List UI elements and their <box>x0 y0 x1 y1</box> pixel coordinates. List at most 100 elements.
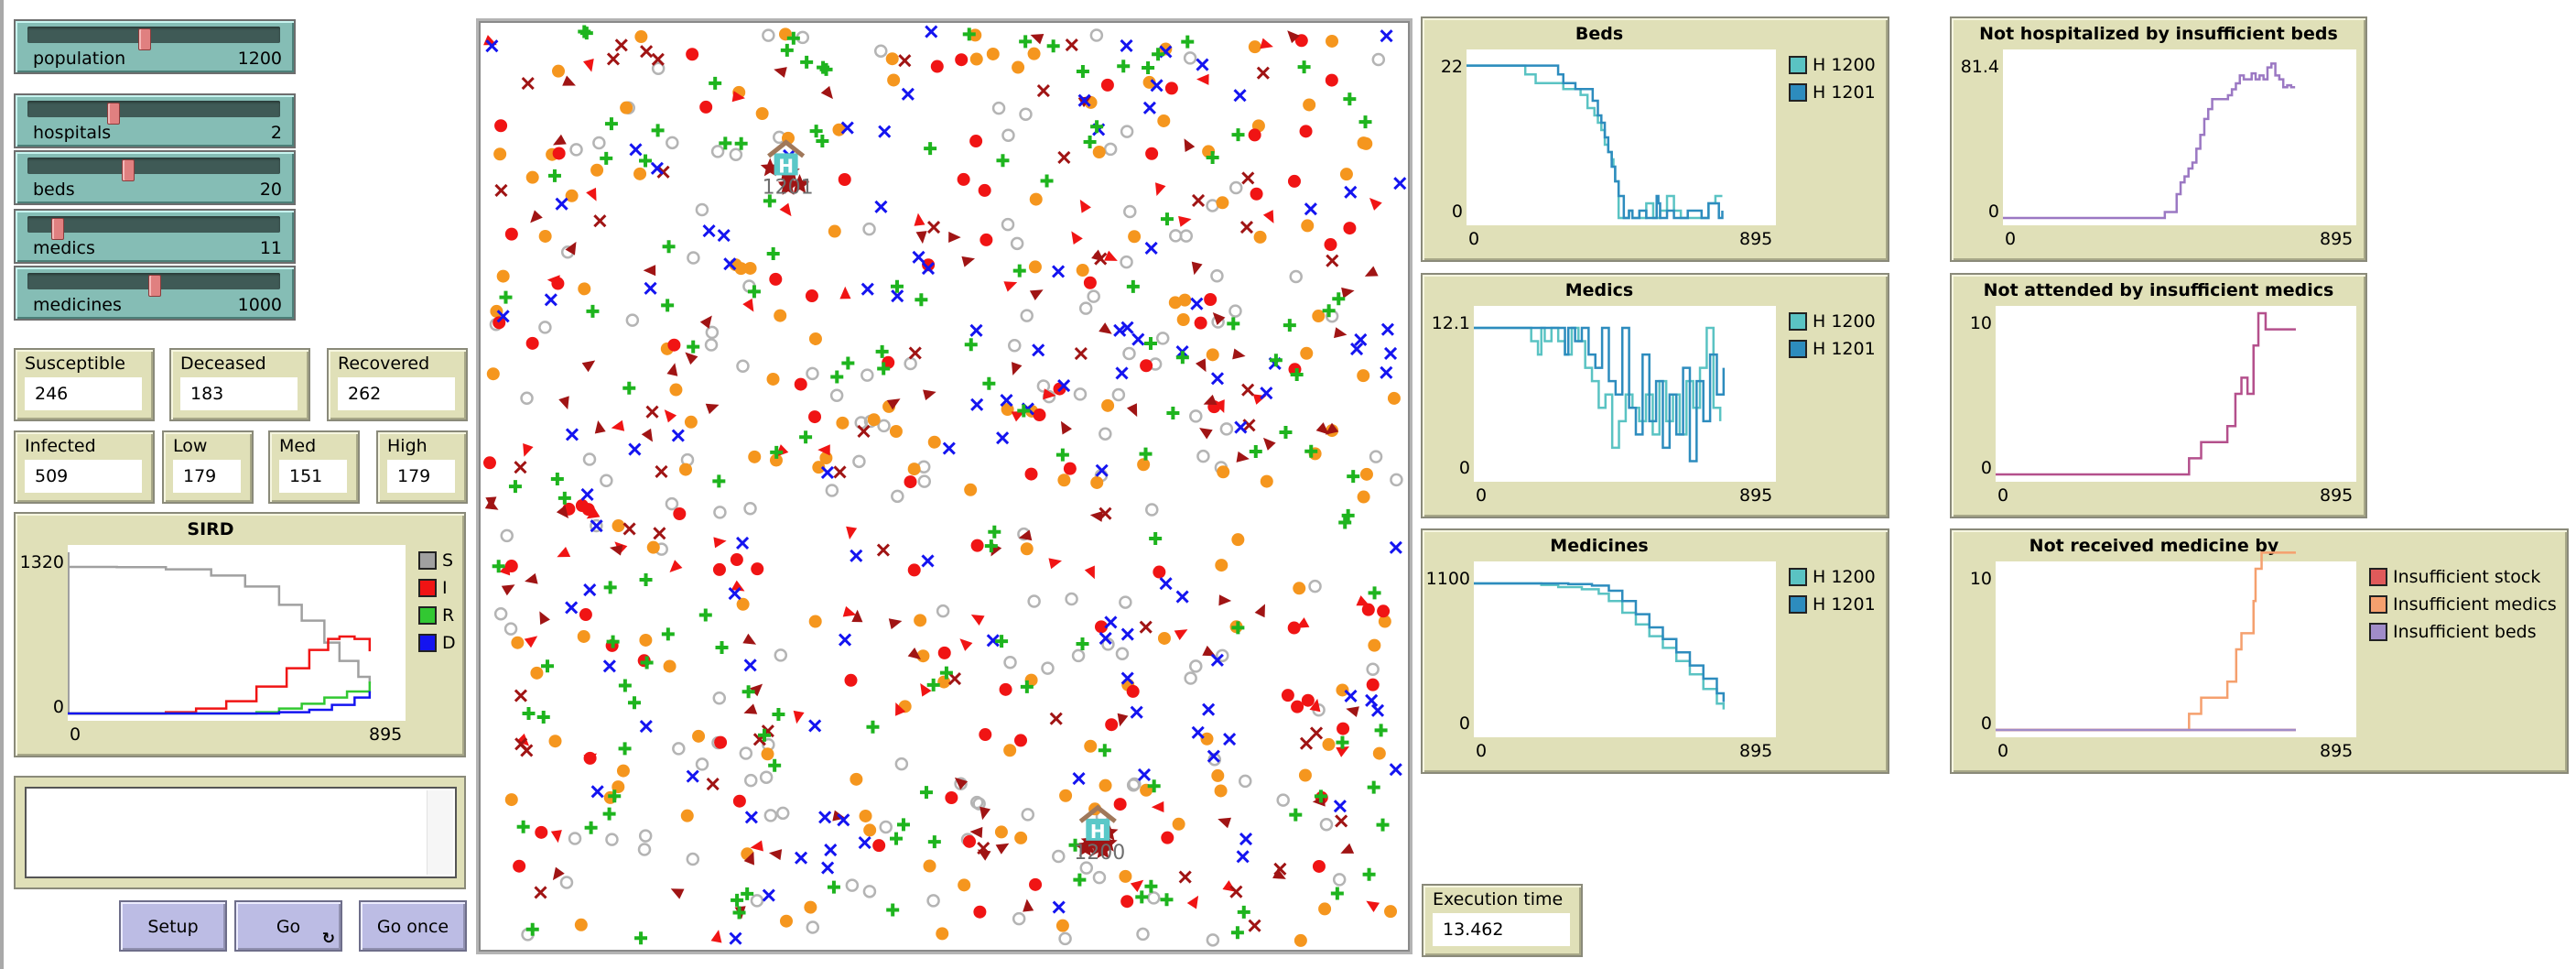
deceased-agent <box>1032 343 1045 357</box>
agent-orange <box>850 772 863 786</box>
agent-orange <box>914 614 927 627</box>
moving-infected-agent <box>1199 428 1213 440</box>
slider-track[interactable] <box>27 273 280 297</box>
susceptible-agent <box>894 757 909 771</box>
beds-plot: Beds 22 0 0 895 H 1200 H 1201 <box>1421 16 1889 262</box>
slider-thumb[interactable] <box>138 28 152 50</box>
agent-orange <box>889 425 903 439</box>
recovered-agent <box>1175 351 1189 365</box>
susceptible-agent <box>705 325 720 340</box>
susceptible-agent <box>862 885 877 898</box>
moving-infected-agent <box>525 572 538 584</box>
susceptible-agent <box>736 359 750 374</box>
infected-agent <box>1126 684 1140 698</box>
deceased-agent-dark <box>908 346 922 360</box>
go-once-button[interactable]: Go once <box>359 900 467 952</box>
susceptible-agent <box>873 44 888 58</box>
legend-item: Insufficient medics <box>2369 591 2557 618</box>
medicines-slider[interactable]: medicines 1000 <box>14 266 296 321</box>
recovered-agent <box>896 818 910 832</box>
agent-orange <box>680 809 694 822</box>
setup-button[interactable]: Setup <box>119 900 227 952</box>
infected-agent <box>575 498 589 512</box>
moving-infected-agent <box>499 561 511 576</box>
monitor-value: 246 <box>25 377 142 410</box>
susceptible-agent <box>1021 808 1035 822</box>
legend-label: H 1200 <box>1813 55 1876 75</box>
deceased-agent-dark <box>1074 347 1088 361</box>
moving-infected-agent <box>842 605 857 617</box>
deceased-agent <box>1380 365 1393 379</box>
recovered-agent <box>1237 905 1250 919</box>
go-button[interactable]: Go ↻ <box>234 900 342 952</box>
legend-swatch <box>1789 595 1807 614</box>
output-scrollbar[interactable] <box>427 790 453 875</box>
infected-agent <box>1204 292 1218 306</box>
recovered-agent <box>1362 867 1376 881</box>
moving-infected-agent <box>1195 358 1207 373</box>
slider-thumb[interactable] <box>107 103 121 125</box>
infected-agent <box>667 338 681 352</box>
infected-agent <box>1029 877 1043 891</box>
legend-label: H 1201 <box>1813 82 1876 103</box>
moving-infected-agent <box>524 636 538 648</box>
moving-infected-agent <box>851 609 863 623</box>
slider-track[interactable] <box>27 27 280 50</box>
moving-infected-agent <box>550 830 562 844</box>
population-slider[interactable]: population 1200 <box>14 19 296 74</box>
moving-infected-agent <box>839 286 851 299</box>
hospitals-slider[interactable]: hospitals 2 <box>14 93 296 148</box>
recovered-agent <box>634 931 648 945</box>
moving-infected-agent <box>558 396 569 410</box>
agent-orange <box>969 52 983 66</box>
slider-thumb[interactable] <box>148 275 161 297</box>
hospital-icon: H1200 <box>1074 804 1125 865</box>
deceased-agent <box>590 519 603 533</box>
slider-thumb[interactable] <box>121 159 135 181</box>
medicines-plot: Medicines 1100 0 0 895 H 1200 H 1201 <box>1421 528 1889 774</box>
beds-slider[interactable]: beds 20 <box>14 150 296 205</box>
agent-orange <box>493 147 507 161</box>
recovered-agent <box>618 679 632 692</box>
agent-orange <box>1084 739 1098 753</box>
infected-agent <box>805 289 818 303</box>
slider-value: 1000 <box>237 295 282 315</box>
susceptible-agent <box>917 474 932 488</box>
deceased-agent-dark <box>534 886 547 899</box>
agent-orange <box>1206 348 1219 362</box>
susceptible-agent <box>712 691 727 705</box>
deceased-agent <box>1142 101 1156 114</box>
slider-track[interactable] <box>27 158 280 181</box>
moving-infected-agent <box>1130 879 1144 892</box>
monitor-value: 183 <box>180 377 298 410</box>
slider-thumb[interactable] <box>51 218 65 240</box>
agent-orange <box>1301 219 1315 233</box>
infected-agent <box>973 905 987 919</box>
monitor-label: Infected <box>25 436 96 456</box>
agent-orange <box>736 597 750 611</box>
deceased-agent <box>1191 725 1205 739</box>
deceased-agent <box>921 554 935 568</box>
slider-track[interactable] <box>27 216 280 240</box>
slider-track[interactable] <box>27 101 280 125</box>
infected-agent <box>535 825 548 839</box>
infected-agent <box>794 377 807 391</box>
moving-infected-agent <box>1232 348 1246 360</box>
recovered-agent <box>915 293 928 307</box>
moving-infected-agent <box>583 59 594 72</box>
recovered-agent <box>747 285 761 299</box>
infected-agent <box>751 562 764 576</box>
series-line-not-attended <box>1996 311 2296 476</box>
moving-infected-agent <box>643 265 656 277</box>
agent-orange <box>994 825 1008 839</box>
slider-label: hospitals <box>33 123 112 143</box>
output-textbox[interactable] <box>25 787 457 878</box>
world-view[interactable]: H 1201 H 1200 <box>476 18 1412 954</box>
agent-orange <box>1214 784 1228 798</box>
infected-agent <box>1248 128 1261 142</box>
susceptible-agent <box>1184 671 1197 685</box>
medics-slider[interactable]: medics 11 <box>14 209 296 264</box>
deceased-agent-dark <box>494 183 508 197</box>
not-received-medicine-plot: Not received medicine by 10 0 0 895 Insuffici… <box>1950 528 2569 774</box>
deceased-agent <box>1130 705 1143 719</box>
